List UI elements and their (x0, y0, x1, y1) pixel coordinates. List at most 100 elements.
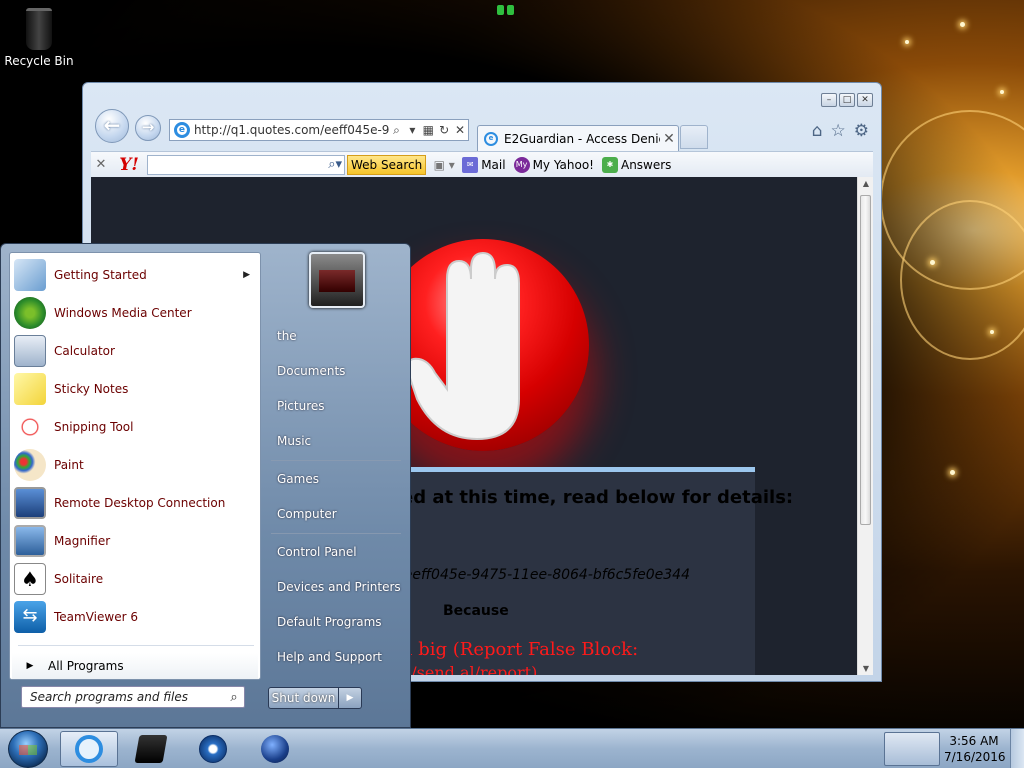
blocked-url: /eeff045e-9475-11ee-8064-bf6c5fe0e344 (399, 567, 690, 583)
search-icon: ⌕▾ (328, 156, 342, 172)
solitaire-icon: ♠ (14, 563, 46, 595)
refresh-icon[interactable]: ↻ (436, 123, 452, 137)
wallpaper-sparkle (950, 470, 955, 475)
maximize-button[interactable]: □ (839, 93, 855, 107)
start-link-games[interactable]: Games (277, 472, 319, 486)
close-button[interactable]: ✕ (857, 93, 873, 107)
page-headline: ed at this time, read below for details: (401, 487, 794, 508)
taskbar-internet-explorer[interactable] (60, 731, 118, 767)
start-link-pictures[interactable]: Pictures (277, 399, 325, 413)
start-link-user[interactable]: the (277, 329, 297, 343)
taskbar: 3:56 AM 7/16/2016 (0, 728, 1024, 768)
tray-network-icon[interactable] (884, 732, 940, 766)
wallpaper-sparkle (990, 330, 994, 334)
toolbar-link-my-yahoo[interactable]: My My Yahoo! (513, 156, 594, 173)
program-solitaire[interactable]: ♠ Solitaire (12, 561, 258, 597)
start-link-default-programs[interactable]: Default Programs (277, 615, 382, 629)
tab-access-denied[interactable]: e E2Guardian - Access Denied ✕ (477, 125, 679, 151)
toolbar-link-answers[interactable]: ✱ Answers (601, 156, 671, 173)
start-menu: Getting Started ▶ Windows Media Center C… (0, 243, 411, 728)
show-desktop-button[interactable] (1010, 729, 1024, 768)
window-controls: – □ ✕ (821, 93, 873, 107)
program-paint[interactable]: Paint (12, 447, 258, 483)
web-search-button[interactable]: Web Search (347, 154, 427, 175)
program-teamviewer[interactable]: ⇆ TeamViewer 6 (12, 599, 258, 635)
gear-icon[interactable]: ⚙ (854, 121, 869, 141)
browser-toolbar-icons: ⌂ ☆ ⚙ (812, 121, 869, 141)
clock-time: 3:56 AM (949, 734, 999, 748)
search-icon[interactable]: ⌕ (389, 123, 405, 138)
tab-title: E2Guardian - Access Denied (504, 131, 660, 146)
start-link-control-panel[interactable]: Control Panel (277, 545, 357, 559)
report-link[interactable]: d/send al/report) (401, 663, 537, 675)
globe-icon (261, 735, 289, 763)
toolbar-link-mail[interactable]: ✉ Mail (462, 156, 506, 173)
start-button[interactable] (8, 730, 48, 768)
desktop-icon-label: Recycle Bin (4, 54, 74, 68)
toolbar-close-icon[interactable]: ✕ (91, 157, 111, 172)
start-link-help-support[interactable]: Help and Support (277, 650, 382, 664)
media-player-icon (199, 735, 227, 763)
program-magnifier[interactable]: Magnifier (12, 523, 258, 559)
minimize-button[interactable]: – (821, 93, 837, 107)
all-programs-button[interactable]: ▶ All Programs (12, 653, 258, 679)
toolbar-settings-icon[interactable]: ▣ ▾ (426, 158, 462, 172)
new-tab-button[interactable] (680, 125, 708, 149)
media-center-icon (14, 297, 46, 329)
hand-icon (407, 251, 520, 441)
desktop-icon-recycle-bin[interactable]: Recycle Bin (4, 6, 74, 68)
forward-button[interactable]: → (135, 115, 161, 141)
wallpaper-sparkle (905, 40, 909, 44)
start-programs-list: Getting Started ▶ Windows Media Center C… (9, 252, 261, 680)
shutdown-options-icon[interactable]: ▶ (339, 688, 361, 708)
wallpaper-sparkle (960, 22, 965, 27)
getting-started-icon (14, 259, 46, 291)
home-icon[interactable]: ⌂ (812, 121, 823, 141)
start-link-computer[interactable]: Computer (277, 507, 337, 521)
start-link-documents[interactable]: Documents (277, 364, 345, 378)
program-getting-started[interactable]: Getting Started ▶ (12, 257, 258, 293)
scroll-down-icon[interactable]: ▼ (858, 664, 873, 673)
favorites-icon[interactable]: ☆ (831, 121, 846, 141)
shutdown-button[interactable]: Shut down (269, 688, 339, 708)
scroll-thumb[interactable] (860, 195, 871, 525)
yahoo-logo-icon[interactable]: Y! (111, 155, 147, 175)
internet-explorer-icon (75, 735, 103, 763)
stop-icon[interactable]: ✕ (452, 123, 468, 137)
address-url[interactable]: http://q1.quotes.com/eeff045e-9475 (194, 123, 389, 137)
taskbar-globe[interactable] (246, 731, 304, 767)
yahoo-search-input[interactable]: ⌕▾ (147, 154, 345, 175)
divider (271, 460, 401, 461)
program-calculator[interactable]: Calculator (12, 333, 258, 369)
yahoo-toolbar: ✕ Y! ⌕▾ Web Search ▣ ▾ ✉ Mail My My Yahoo!… (91, 151, 873, 177)
vertical-scrollbar[interactable]: ▲ ▼ (857, 177, 873, 675)
start-link-devices-printers[interactable]: Devices and Printers (277, 580, 401, 594)
remote-desktop-icon (14, 487, 46, 519)
block-reason: d big (Report False Block: (401, 639, 639, 660)
wallpaper-sparkle (930, 260, 935, 265)
taskbar-folder[interactable] (122, 731, 180, 767)
ie-page-icon: e (174, 122, 190, 138)
system-clock[interactable]: 3:56 AM 7/16/2016 (944, 733, 1006, 765)
tab-close-icon[interactable]: ✕ (660, 131, 678, 147)
program-windows-media-center[interactable]: Windows Media Center (12, 295, 258, 331)
program-remote-desktop[interactable]: Remote Desktop Connection (12, 485, 258, 521)
scroll-up-icon[interactable]: ▲ (858, 179, 873, 188)
taskbar-media-player[interactable] (184, 731, 242, 767)
program-snipping-tool[interactable]: Snipping Tool (12, 409, 258, 445)
snipping-tool-icon (14, 411, 46, 443)
start-search-input[interactable]: Search programs and files ⌕ (21, 686, 245, 708)
calculator-icon (14, 335, 46, 367)
clock-date: 7/16/2016 (944, 750, 1006, 764)
back-button[interactable]: ← (95, 109, 129, 143)
address-bar[interactable]: e http://q1.quotes.com/eeff045e-9475 ⌕ ▾… (169, 119, 469, 141)
divider (271, 533, 401, 534)
magnifier-icon (14, 525, 46, 557)
program-sticky-notes[interactable]: Sticky Notes (12, 371, 258, 407)
my-yahoo-icon: My (513, 156, 530, 173)
search-icon[interactable]: ⌕ (224, 690, 244, 705)
compat-view-icon[interactable]: ▦ (420, 123, 436, 137)
start-link-music[interactable]: Music (277, 434, 311, 448)
user-picture[interactable] (309, 252, 365, 308)
dropdown-icon[interactable]: ▾ (404, 123, 420, 137)
